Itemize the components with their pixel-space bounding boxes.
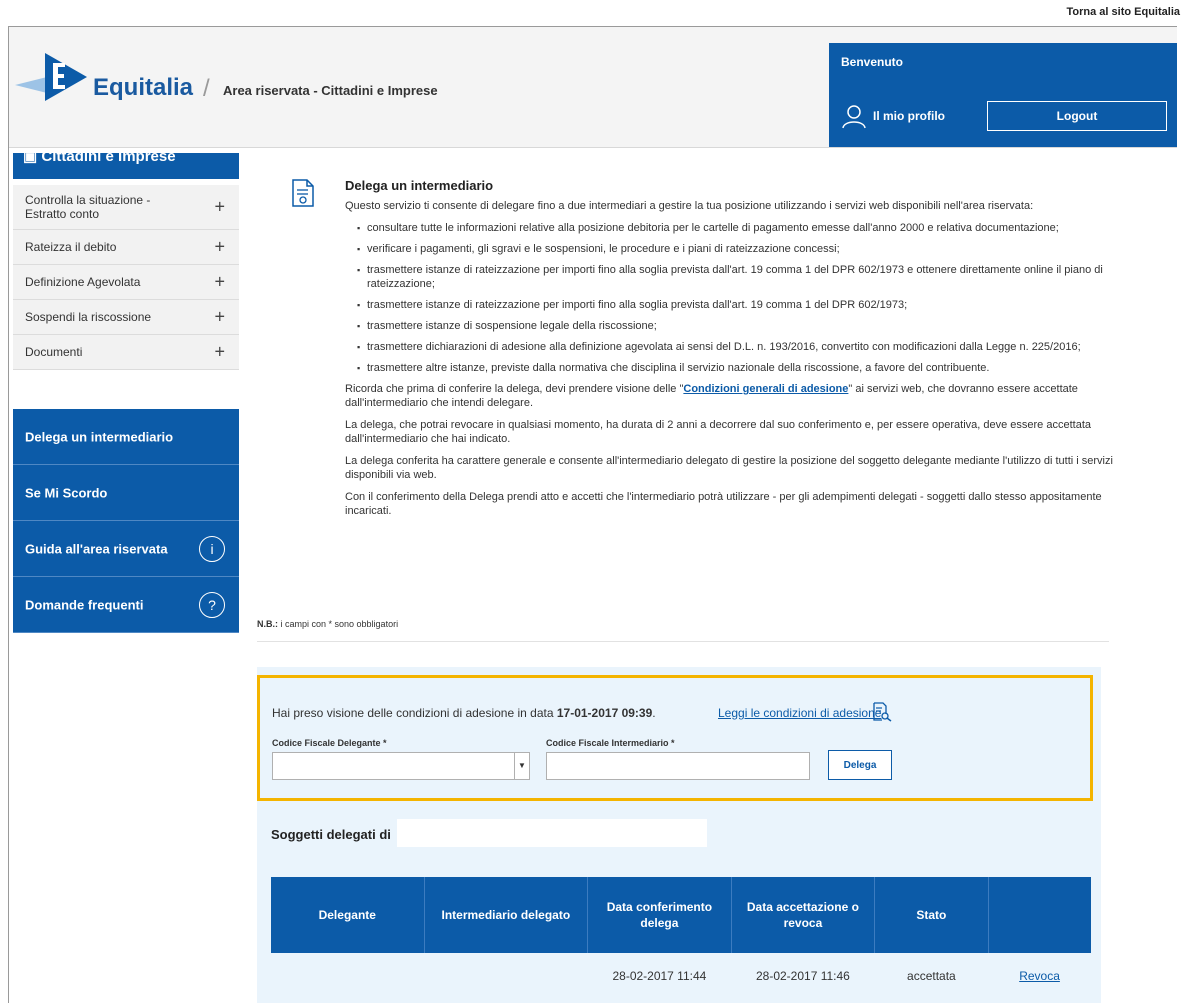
column-header: Intermediario delegato — [424, 877, 589, 953]
plus-icon[interactable]: + — [214, 307, 225, 328]
plus-icon[interactable]: + — [214, 237, 225, 258]
table-header-row: Delegante Intermediario delegato Data co… — [271, 877, 1091, 953]
conditions-date: 17-01-2017 09:39 — [556, 706, 653, 720]
redacted-name — [397, 819, 707, 847]
read-conditions-link[interactable]: Leggi le condizioni di adesione — [718, 706, 881, 720]
divider — [257, 641, 1109, 642]
sidebar-item-delega[interactable]: Delega un intermediario — [13, 409, 239, 465]
cell-action: Revoca — [988, 953, 1091, 999]
page-frame: Equitalia / Area riservata - Cittadini e… — [8, 26, 1177, 1003]
delega-form: Hai preso visione delle condizioni di ad… — [257, 675, 1093, 801]
sidebar-item-se-mi-scordo[interactable]: Se Mi Scordo — [13, 465, 239, 521]
question-icon: ? — [199, 591, 225, 618]
profile-label: Il mio profilo — [873, 109, 945, 123]
plus-icon[interactable]: + — [214, 342, 225, 363]
sidebar-item-guida[interactable]: Guida all'area riservata i — [13, 521, 239, 577]
logout-button[interactable]: Logout — [987, 101, 1167, 131]
accordion-menu: Controlla la situazione - Estratto conto… — [13, 185, 239, 370]
revoca-link[interactable]: Revoca — [1019, 969, 1060, 983]
delega-panel: Hai preso visione delle condizioni di ad… — [257, 667, 1101, 1003]
back-to-site-link[interactable]: Torna al sito Equitalia — [1067, 6, 1180, 18]
sidebar-blue-menu: Delega un intermediario Se Mi Scordo Gui… — [13, 409, 239, 633]
cell-data-accettazione: 28-02-2017 11:46 — [755, 969, 850, 983]
title-separator: / — [203, 75, 210, 102]
list-item: trasmettere dichiarazioni di adesione al… — [357, 340, 1135, 354]
equitalia-logo-icon[interactable] — [15, 51, 87, 101]
column-header: Stato — [874, 877, 989, 953]
general-paragraph: La delega conferita ha carattere general… — [345, 455, 1113, 481]
cell-intermediario — [424, 953, 588, 999]
list-item: consultare tutte le informazioni relativ… — [357, 221, 1135, 235]
list-item: trasmettere istanze di rateizzazione per… — [357, 263, 1135, 291]
delegations-table: Delegante Intermediario delegato Data co… — [271, 877, 1091, 999]
intermediario-input[interactable] — [546, 752, 810, 780]
cell-delegante — [271, 953, 424, 999]
list-item: trasmettere istanze di sospensione legal… — [357, 319, 1135, 333]
brand-name[interactable]: Equitalia — [93, 74, 193, 102]
sidebar-item-rateizza[interactable]: Rateizza il debito + — [13, 230, 239, 265]
sidebar-item-sospendi[interactable]: Sospendi la riscossione + — [13, 300, 239, 335]
site-header: Equitalia / Area riservata - Cittadini e… — [9, 27, 1177, 148]
service-list: consultare tutte le informazioni relativ… — [345, 221, 1135, 375]
cell-stato: accettata — [907, 969, 956, 983]
column-header — [988, 877, 1091, 953]
briefcase-icon: ▣ — [23, 153, 38, 165]
delegante-label: Codice Fiscale Delegante * — [272, 738, 387, 748]
document-icon — [292, 179, 314, 207]
document-search-icon[interactable] — [872, 702, 892, 722]
sidebar-item-faq[interactable]: Domande frequenti ? — [13, 577, 239, 633]
delegated-subjects-title: Soggetti delegati di — [271, 827, 391, 842]
list-item: trasmettere altre istanze, previste dall… — [357, 361, 1135, 375]
column-header: Delegante — [271, 877, 425, 953]
confirm-paragraph: Con il conferimento della Delega prendi … — [345, 491, 1102, 517]
required-note: N.B.: i campi con * sono obbligatori — [257, 619, 399, 629]
user-box: Benvenuto Il mio profilo Logout — [829, 43, 1177, 147]
top-strip: Torna al sito Equitalia — [0, 0, 1184, 26]
table-row: 28-02-2017 11:44 28-02-2017 11:46 accett… — [271, 953, 1091, 999]
sidebar-section-title: Cittadini e Imprese — [41, 153, 176, 165]
column-header: Data conferimento delega — [587, 877, 732, 953]
sidebar-item-estratto-conto[interactable]: Controlla la situazione - Estratto conto… — [13, 185, 239, 230]
user-icon — [842, 105, 866, 129]
remember-paragraph: Ricorda che prima di conferire la delega… — [345, 383, 1078, 409]
plus-icon[interactable]: + — [214, 197, 225, 218]
revoke-paragraph: La delega, che potrai revocare in qualsi… — [345, 419, 1091, 445]
intro-text: Questo servizio ti consente di delegare … — [345, 200, 1034, 212]
main-content: Delega un intermediario Questo servizio … — [345, 179, 1135, 526]
profile-link[interactable]: Il mio profilo — [841, 101, 981, 131]
sidebar-section-header: ▣ Cittadini e Imprese — [13, 153, 239, 179]
info-icon: i — [199, 535, 225, 562]
delegante-select[interactable]: ▼ — [272, 752, 530, 780]
sidebar-item-documenti[interactable]: Documenti + — [13, 335, 239, 370]
intermediario-label: Codice Fiscale Intermediario * — [546, 738, 675, 748]
conditions-link[interactable]: Condizioni generali di adesione — [683, 383, 848, 395]
plus-icon[interactable]: + — [214, 272, 225, 293]
list-item: trasmettere istanze di rateizzazione per… — [357, 298, 1135, 312]
column-header: Data accettazione o revoca — [731, 877, 876, 953]
sidebar-item-definizione-agevolata[interactable]: Definizione Agevolata + — [13, 265, 239, 300]
chevron-down-icon[interactable]: ▼ — [514, 753, 529, 779]
page-title: Delega un intermediario — [345, 178, 494, 193]
list-item: verificare i pagamenti, gli sgravi e le … — [357, 242, 1135, 256]
area-title: Area riservata - Cittadini e Imprese — [223, 83, 438, 98]
cell-data-conferimento: 28-02-2017 11:44 — [612, 969, 707, 983]
welcome-text: Benvenuto — [841, 55, 904, 69]
delega-button[interactable]: Delega — [828, 750, 892, 780]
conditions-status: Hai preso visione delle condizioni di ad… — [272, 706, 656, 720]
